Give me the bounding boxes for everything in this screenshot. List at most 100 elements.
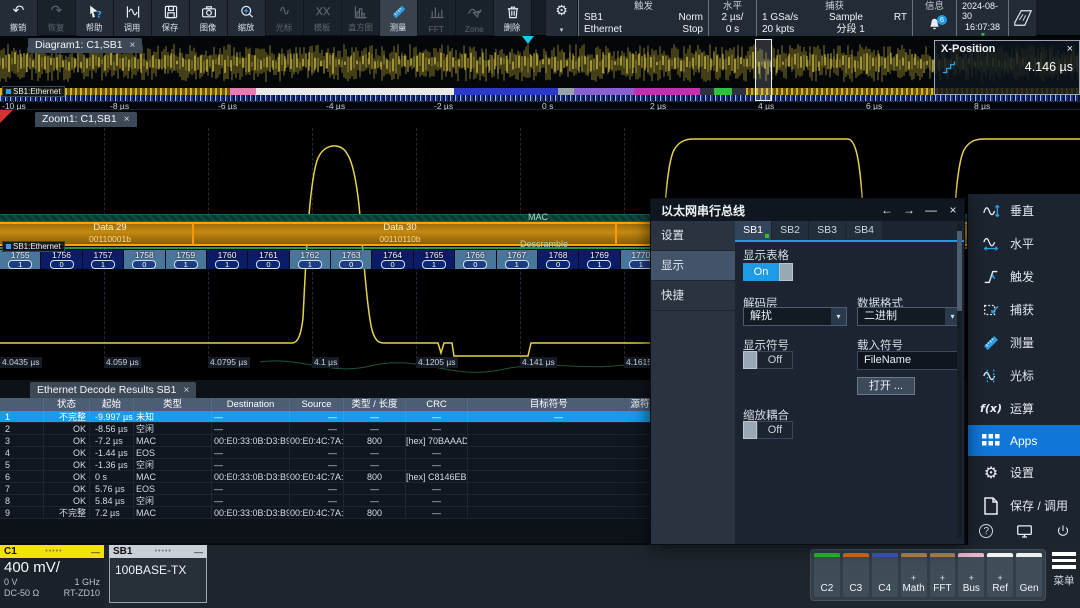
table-row[interactable]: 1不完整-9.997 µs未知—————— bbox=[0, 411, 660, 423]
sidebar-item-settings[interactable]: ⚙ 设置 bbox=[968, 456, 1080, 489]
drag-handle[interactable]: ••••• bbox=[132, 548, 194, 555]
bus-tab[interactable]: SB2 bbox=[772, 221, 808, 240]
channel-button[interactable]: C4 bbox=[872, 553, 898, 597]
histogram-button[interactable]: 直方图 bbox=[342, 0, 380, 36]
delete-button[interactable]: 删除 bbox=[494, 0, 532, 36]
column-header[interactable] bbox=[0, 398, 44, 411]
sidebar-item-math[interactable]: f(x) 运算 bbox=[968, 392, 1080, 425]
x-position-panel[interactable]: X-Position × 4.146 µs bbox=[934, 40, 1080, 95]
bus-tab[interactable]: SB1 bbox=[735, 221, 771, 240]
toggle-on-state[interactable]: On bbox=[743, 263, 779, 281]
minimize-icon[interactable]: — bbox=[91, 547, 100, 557]
bus-tab[interactable]: SB4 bbox=[846, 221, 882, 240]
table-row[interactable]: 2OK-8.56 µs空闲———— bbox=[0, 423, 660, 435]
column-header[interactable]: Destination bbox=[212, 398, 290, 411]
help-circle-icon[interactable]: ? bbox=[979, 524, 993, 538]
bus-tab[interactable]: SB3 bbox=[809, 221, 845, 240]
tab-diagram1[interactable]: Diagram1: C1,SB1 × bbox=[28, 38, 142, 53]
overview-diagram[interactable]: Diagram1: C1,SB1 × SB1:Ethernet -10 µs-8… bbox=[0, 36, 1080, 110]
data-format-select[interactable]: 二进制 ▾ bbox=[857, 307, 961, 326]
table-row[interactable]: 8OK5.84 µs空闲———— bbox=[0, 495, 660, 507]
close-icon[interactable]: × bbox=[942, 203, 964, 217]
channel-c1-card[interactable]: C1 ••••• — 400 mV/ 0 V1 GHz DC-50 ΩRT-ZD… bbox=[0, 545, 104, 608]
sidebar-item-vertical[interactable]: 垂直 bbox=[968, 194, 1080, 227]
bit-cell[interactable]: 1755 1 bbox=[0, 250, 41, 269]
close-icon[interactable]: × bbox=[184, 383, 190, 398]
dialog-nav-item[interactable]: 显示 bbox=[651, 251, 735, 281]
filename-input[interactable]: FileName bbox=[857, 351, 961, 370]
zoom-coupling-toggle[interactable]: Off bbox=[743, 421, 793, 439]
column-header[interactable]: CRC bbox=[406, 398, 468, 411]
table-row[interactable]: 4OK-1.44 µsEOS———— bbox=[0, 447, 660, 459]
open-button[interactable]: 打开 ... bbox=[857, 377, 915, 395]
column-header[interactable]: 目标符号 bbox=[468, 398, 630, 411]
forward-icon[interactable]: → bbox=[898, 203, 920, 217]
bus-signal-badge[interactable]: SB1:Ethernet bbox=[2, 86, 65, 97]
table-row[interactable]: 6OK0 sMAC00:E0:33:0B:D3:B900:E0:4C:7A:5F… bbox=[0, 471, 660, 483]
sidebar-item-acquisition[interactable]: 捕获 bbox=[968, 293, 1080, 326]
table-row[interactable]: 3OK-7.2 µsMAC00:E0:33:0B:D3:B900:E0:4C:7… bbox=[0, 435, 660, 447]
save-button[interactable]: 保存 bbox=[152, 0, 190, 36]
channel-button[interactable]: C2 bbox=[814, 553, 840, 597]
close-icon[interactable]: × bbox=[1067, 43, 1073, 55]
dialog-nav-item[interactable]: 快捷 bbox=[651, 281, 735, 311]
channel-button[interactable]: + Ref bbox=[987, 553, 1013, 597]
minimize-icon[interactable]: — bbox=[920, 203, 942, 217]
bit-cell[interactable]: 1758 0 bbox=[124, 250, 165, 269]
channel-button[interactable]: Gen bbox=[1016, 553, 1042, 597]
channel-button[interactable]: + FFT bbox=[930, 553, 956, 597]
sidebar-item-save-recall[interactable]: 保存 / 调用 bbox=[968, 489, 1080, 522]
toggle-knob[interactable] bbox=[779, 263, 793, 281]
bit-cell[interactable]: 1760 1 bbox=[207, 250, 248, 269]
tab-zoom1[interactable]: Zoom1: C1,SB1 × bbox=[35, 112, 137, 127]
zoom-button[interactable]: 缩放 bbox=[228, 0, 266, 36]
bit-cell[interactable]: 1756 0 bbox=[41, 250, 82, 269]
measure-button[interactable]: 测量 bbox=[380, 0, 418, 36]
sidebar-item-apps[interactable]: Apps bbox=[968, 425, 1080, 456]
bit-cell[interactable]: 1762 1 bbox=[290, 250, 331, 269]
table-row[interactable]: 7OK5.76 µsEOS———— bbox=[0, 483, 660, 495]
column-header[interactable]: 类型 bbox=[134, 398, 212, 411]
redo-button[interactable]: ↷ 恢复 bbox=[38, 0, 76, 36]
zoom-window-handle[interactable] bbox=[755, 39, 772, 101]
bit-cell[interactable]: 1767 1 bbox=[497, 250, 538, 269]
undo-button[interactable]: ↶ 撤销 bbox=[0, 0, 38, 36]
column-header[interactable]: 起始 bbox=[90, 398, 134, 411]
table-row[interactable]: 5OK-1.36 µs空闲———— bbox=[0, 459, 660, 471]
fft-button[interactable]: FFT bbox=[418, 0, 456, 36]
bit-cell[interactable]: 1765 1 bbox=[414, 250, 455, 269]
scrollbar-thumb[interactable] bbox=[957, 231, 962, 311]
sidebar-item-horizontal[interactable]: 水平 bbox=[968, 227, 1080, 260]
channel-button[interactable]: + Bus bbox=[958, 553, 984, 597]
sidebar-item-cursor[interactable]: 光标 bbox=[968, 359, 1080, 392]
display-icon[interactable] bbox=[1016, 524, 1033, 538]
menu-button[interactable]: 菜单 bbox=[1048, 552, 1080, 588]
zone-button[interactable]: Zone bbox=[456, 0, 494, 36]
recall-button[interactable]: 调用 bbox=[114, 0, 152, 36]
trigger-status[interactable]: 触发 SB1Norm EthernetStop bbox=[578, 0, 708, 36]
tab-decode-results[interactable]: Ethernet Decode Results SB1 × bbox=[30, 382, 196, 398]
screenshot-button[interactable]: 图像 bbox=[190, 0, 228, 36]
power-icon[interactable] bbox=[1056, 524, 1070, 538]
column-header[interactable]: 状态 bbox=[44, 398, 90, 411]
sidebar-item-trigger[interactable]: 触发 bbox=[968, 260, 1080, 293]
chevron-down-icon[interactable]: ▾ bbox=[831, 308, 846, 325]
bit-cell[interactable]: 1757 1 bbox=[83, 250, 124, 269]
acquisition-status[interactable]: 捕获 1 GSa/sSampleRT 20 kpts分段 1 bbox=[756, 0, 912, 36]
x-position-value[interactable]: 4.146 µs bbox=[1025, 60, 1073, 74]
bus-signal-badge[interactable]: SB1:Ethernet bbox=[2, 241, 65, 252]
horizontal-status[interactable]: 水平 2 µs/ 0 s bbox=[708, 0, 756, 36]
cursor-button[interactable]: ∿ 光标 bbox=[266, 0, 304, 36]
bit-cell[interactable]: 1764 0 bbox=[372, 250, 413, 269]
toggle-off-state[interactable]: Off bbox=[757, 421, 793, 439]
mask-button[interactable]: 模板 bbox=[304, 0, 342, 36]
bus-sb1-card[interactable]: SB1 ••••• — 100BASE-TX bbox=[109, 545, 207, 603]
frame-label[interactable]: Data 30 00110110b bbox=[379, 222, 420, 246]
toggle-knob[interactable] bbox=[743, 351, 757, 369]
toggle-knob[interactable] bbox=[743, 421, 757, 439]
close-icon[interactable]: × bbox=[130, 38, 136, 53]
dialog-nav-item[interactable]: 设置 bbox=[651, 221, 735, 251]
show-symbols-toggle[interactable]: Off bbox=[743, 351, 793, 369]
channel-button[interactable]: + Math bbox=[901, 553, 927, 597]
table-row[interactable]: 9不完整7.2 µsMAC00:E0:33:0B:D3:B900:E0:4C:7… bbox=[0, 507, 660, 519]
